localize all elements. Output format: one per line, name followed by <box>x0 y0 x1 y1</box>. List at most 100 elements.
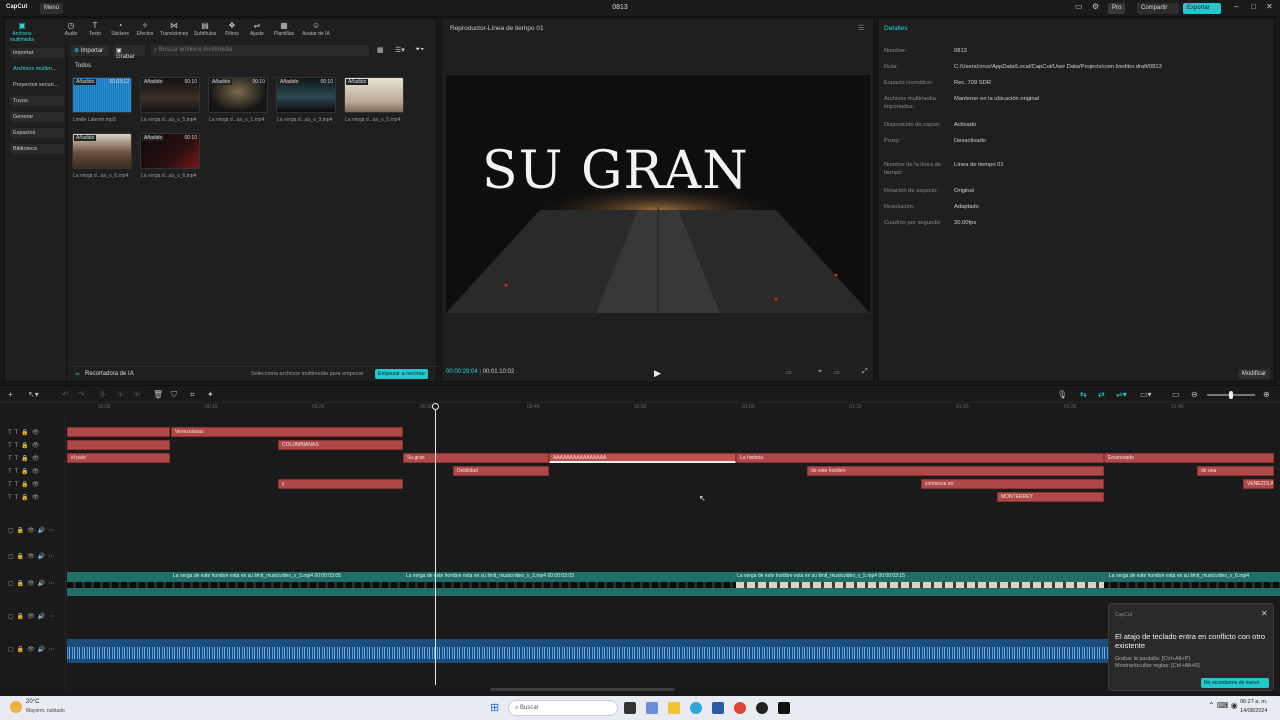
edge-icon[interactable] <box>690 702 702 714</box>
time-ruler[interactable]: 00:00 00:10 00:20 00:30 00:40 00:50 01:0… <box>66 403 1280 415</box>
tab-effects[interactable]: ✧ Efectos <box>133 21 157 37</box>
preview-axis-icon[interactable]: ⇌▾ <box>1116 390 1127 399</box>
tab-ai-avatar[interactable]: ☺ Avatar de IA <box>299 21 333 37</box>
text-clip[interactable]: COLOMBIANAS <box>278 440 403 450</box>
tab-stickers[interactable]: ◔ Stickers <box>108 21 132 37</box>
media-thumb-audio[interactable]: Añadido 00:03:12 <box>72 77 132 113</box>
media-thumb-image[interactable]: Añadido <box>72 133 132 169</box>
text-clip[interactable]: el país <box>67 453 170 463</box>
record-button[interactable]: ▣ Grabar <box>113 45 145 60</box>
track-controls[interactable]: ▢🔒👁🔊⋯ <box>8 580 57 587</box>
snap-icon[interactable]: ⇄ <box>1098 390 1105 399</box>
fullscreen-icon[interactable]: ⤢ <box>862 368 868 376</box>
playhead-handle[interactable] <box>432 403 439 410</box>
track-controls[interactable]: ▢🔒👁🔊⋯ <box>8 646 57 653</box>
mic-icon[interactable]: 🎙 <box>1057 390 1067 399</box>
shield-icon[interactable]: ⛉ <box>171 390 177 400</box>
tab-templates[interactable]: ▦ Plantillas <box>270 21 298 37</box>
pro-button[interactable]: Pro <box>1108 3 1126 14</box>
filter-icon[interactable]: ⏷▾ <box>415 46 424 54</box>
audio-track[interactable] <box>67 639 1110 663</box>
fit-icon[interactable]: ▭ <box>1172 390 1180 399</box>
add-track-icon[interactable]: + <box>8 390 13 399</box>
minimize-icon[interactable]: – <box>1234 2 1238 11</box>
text-clip[interactable]: Su gran <box>403 453 549 463</box>
start-cutting-button[interactable]: Empezar a recortar <box>375 369 429 379</box>
focus-icon[interactable]: ⌖ <box>818 368 822 376</box>
split-left-icon[interactable]: ⊩ <box>118 390 125 399</box>
tray-icons[interactable]: ⌃ ⌨ ◉ <box>1208 701 1238 710</box>
media-thumb-image[interactable]: Añadido <box>344 77 404 113</box>
chrome-icon[interactable] <box>734 702 746 714</box>
sidebar-item-media[interactable]: Archivos multim... <box>10 64 64 74</box>
media-thumb-video[interactable]: Añadido 00:10 <box>276 77 336 113</box>
text-clip[interactable]: y <box>278 479 403 489</box>
tab-media[interactable]: ▣ Archivos multimedia <box>7 21 37 43</box>
timeline-scrollbar[interactable] <box>490 688 675 691</box>
text-clip[interactable]: de este hombre <box>807 466 1104 476</box>
menu-button[interactable]: Menú <box>40 3 64 14</box>
weather-icon[interactable] <box>10 701 22 713</box>
modify-button[interactable]: Modificar <box>1238 369 1270 379</box>
close-icon[interactable]: ✕ <box>1266 2 1273 11</box>
search-input[interactable]: ⌕ Buscar archivos multimedia <box>151 45 369 56</box>
magic-icon[interactable]: ✦ <box>207 390 214 399</box>
text-clip[interactable]: VENEZOLA <box>1243 479 1274 489</box>
ratio-icon[interactable]: ▭ <box>786 369 792 376</box>
sidebar-item-import[interactable]: Importar <box>10 48 64 58</box>
share-button[interactable]: Compartir <box>1137 3 1179 14</box>
text-clip[interactable] <box>67 427 170 437</box>
app-icon[interactable] <box>646 702 658 714</box>
toast-close-icon[interactable]: ✕ <box>1261 609 1268 618</box>
file-explorer-icon[interactable] <box>668 702 680 714</box>
track-controls[interactable]: ▢🔒👁🔊⋯ <box>8 613 57 620</box>
zoom-slider[interactable] <box>1207 391 1255 399</box>
tab-adjust[interactable]: ⇌ Ajuste <box>245 21 269 37</box>
track-controls[interactable]: TT🔒👁 <box>8 429 42 436</box>
play-icon[interactable]: ▶ <box>654 368 661 379</box>
taskbar-search[interactable]: ⌕ Buscar <box>508 700 618 716</box>
playhead[interactable] <box>432 403 439 685</box>
text-clip[interactable]: comienza en <box>921 479 1104 489</box>
export-button[interactable]: Exportar <box>1183 3 1221 14</box>
track-controls[interactable]: TT🔒👁 <box>8 455 42 462</box>
text-clip[interactable]: de una <box>1197 466 1274 476</box>
zoom-in-icon[interactable]: ⊕ <box>1263 390 1270 399</box>
select-tool-icon[interactable]: ↖▾ <box>28 390 39 399</box>
tab-transitions[interactable]: ⋈ Transiciones <box>159 21 189 37</box>
split-right-icon[interactable]: ⊫ <box>134 390 141 399</box>
caption-icon[interactable]: ▭▾ <box>1140 390 1152 399</box>
dont-remind-button[interactable]: No recordarme de nuevo <box>1201 678 1269 688</box>
split-icon[interactable]: ⊪ <box>100 390 107 399</box>
video-preview[interactable]: SU GRAN <box>446 75 870 313</box>
text-clip[interactable]: La historia <box>736 453 1104 463</box>
media-thumb-video[interactable]: Añadido 00:10 <box>140 77 200 113</box>
crop-icon[interactable]: ⌗ <box>190 390 195 400</box>
text-clip[interactable]: Enamorado <box>1104 453 1274 463</box>
track-controls[interactable]: TT🔒👁 <box>8 468 42 475</box>
sidebar-item-yours[interactable]: Tuyos <box>10 96 64 106</box>
store-icon[interactable] <box>712 702 724 714</box>
capcut-taskbar-icon[interactable] <box>778 702 790 714</box>
track-controls[interactable]: TT🔒👁 <box>8 481 42 488</box>
import-button[interactable]: ⊕ Importar <box>71 45 109 56</box>
app-icon-2[interactable] <box>756 702 768 714</box>
tab-subtitles[interactable]: ▤ Subtítulos <box>193 21 217 37</box>
zoom-out-icon[interactable]: ⊖ <box>1191 390 1198 399</box>
text-clip[interactable]: MONTERREY <box>997 492 1104 502</box>
track-controls[interactable]: TT🔒👁 <box>8 494 42 501</box>
tab-filters[interactable]: ❖ Filtros <box>220 21 244 37</box>
track-controls[interactable]: TT🔒👁 <box>8 442 42 449</box>
grid-view-icon[interactable]: ▦ <box>377 46 384 54</box>
tab-text[interactable]: T Texto <box>83 21 107 37</box>
media-thumb-video[interactable]: Añadido 00:10 <box>208 77 268 113</box>
zoom-slider-handle[interactable] <box>1229 391 1233 399</box>
video-track[interactable]: La verga de este hombre esta en su limit… <box>67 572 1280 596</box>
sidebar-item-projects[interactable]: Proyectos secun... <box>10 80 64 90</box>
windows-start-icon[interactable]: ⊞ <box>490 701 499 714</box>
quality-icon[interactable]: ▭ <box>834 369 840 376</box>
text-clip-selected[interactable]: AAAAAAAAAAAAAAAA <box>549 453 736 463</box>
undo-icon[interactable]: ↶ <box>62 390 69 399</box>
track-controls[interactable]: ▢🔒👁🔊⋯ <box>8 553 57 560</box>
delete-icon[interactable]: 🗑 <box>153 390 163 399</box>
